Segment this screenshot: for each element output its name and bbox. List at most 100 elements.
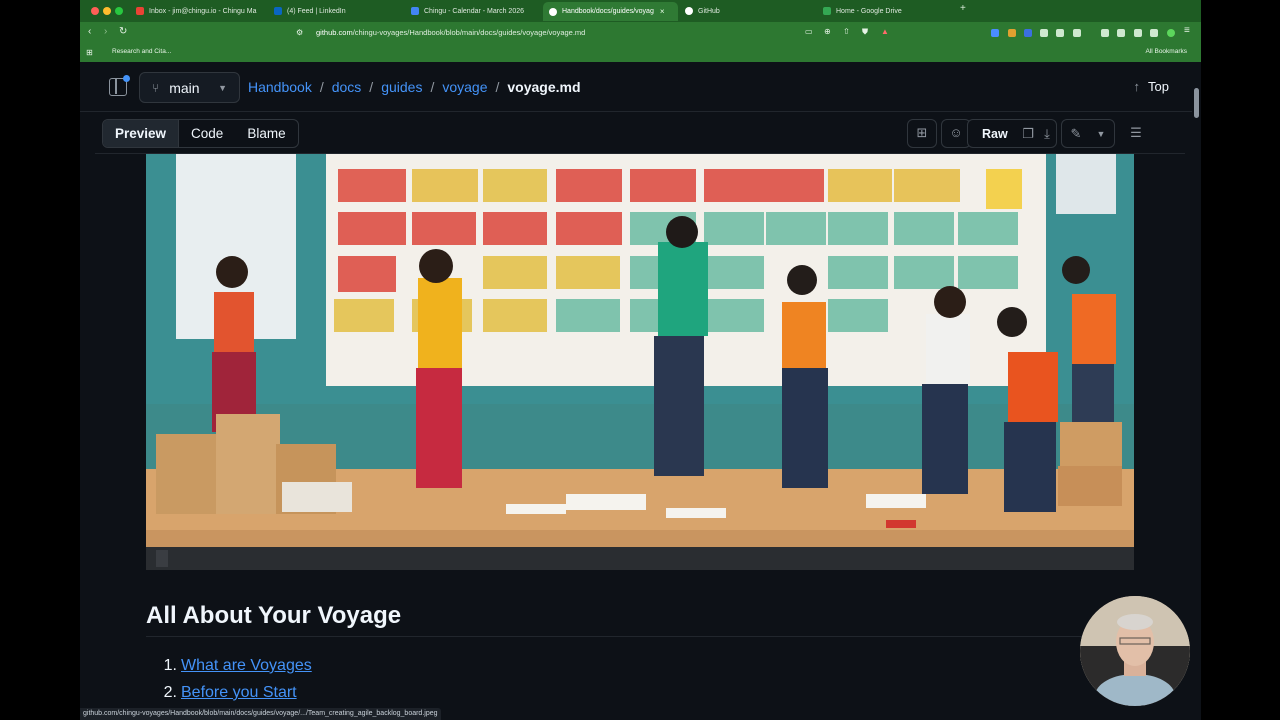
breadcrumb-separator: /: [495, 79, 500, 95]
warning-icon[interactable]: ▲: [881, 27, 889, 36]
share-icon[interactable]: ⇧: [843, 27, 850, 36]
section-heading: All About Your Voyage: [146, 602, 402, 629]
copilot-icon: ☺: [949, 125, 963, 140]
screen: Inbox - jim@chingu.io - Chingu Ma (4) Fe…: [0, 0, 1280, 720]
tab-label: GitHub: [698, 7, 720, 15]
heading-divider: [146, 636, 1146, 637]
scrollbar-thumb[interactable]: [1194, 88, 1199, 118]
toc-link-before-you-start[interactable]: Before you Start: [181, 684, 297, 701]
cast-icon[interactable]: ▭: [805, 27, 813, 36]
status-bar-url: github.com/chingu-voyages/Handbook/blob/…: [80, 708, 441, 720]
top-button[interactable]: ↑ Top: [1134, 79, 1169, 94]
notification-dot: [123, 75, 130, 82]
drive-icon: [823, 7, 831, 15]
url-path: /chingu-voyages/Handbook/blob/main/docs/…: [352, 28, 586, 37]
extension-icon[interactable]: [1117, 29, 1125, 37]
close-window-button[interactable]: [91, 7, 99, 15]
breadcrumb: Handbook / docs / guides / voyage / voya…: [248, 79, 581, 95]
zoom-icon[interactable]: ⊕: [824, 27, 831, 36]
extension-icon[interactable]: [991, 29, 999, 37]
tab-label: Chingu - Calendar - March 2026: [424, 7, 524, 15]
pencil-icon[interactable]: ✎: [1063, 122, 1089, 146]
outline-list-icon[interactable]: ☰: [1123, 121, 1149, 145]
image-footer-strip: [146, 547, 1134, 570]
site-settings-icon[interactable]: ⚙: [296, 25, 303, 41]
tab-github[interactable]: GitHub: [685, 3, 805, 19]
current-file-name: voyage.md: [507, 79, 581, 95]
chevron-down-icon: ▼: [218, 82, 227, 93]
bookmarks-bar: ⊞ Research and Cita... All Bookmarks: [80, 44, 1201, 62]
list-number: 2.: [163, 684, 177, 701]
breadcrumb-docs[interactable]: docs: [332, 79, 362, 95]
tab-label: Home - Google Drive: [836, 7, 902, 15]
shield-icon[interactable]: ⛊: [862, 27, 868, 37]
calendar-icon: [411, 7, 419, 15]
all-bookmarks[interactable]: All Bookmarks: [1145, 48, 1187, 55]
forward-icon[interactable]: ›: [104, 26, 107, 37]
tab-label: Handbook/docs/guides/voyag: [562, 8, 654, 15]
tab-code[interactable]: Code: [179, 120, 235, 147]
folder-plus-icon: ⊞: [916, 125, 928, 140]
toc-link-what-are-voyages[interactable]: What are Voyages: [181, 657, 312, 674]
breadcrumb-separator: /: [319, 79, 324, 95]
scrollbar[interactable]: [1192, 62, 1201, 720]
tab-handbook[interactable]: Handbook/docs/guides/voyag ×: [543, 2, 678, 21]
breadcrumb-separator: /: [369, 79, 374, 95]
bookmark-research[interactable]: Research and Cita...: [112, 48, 171, 55]
tab-label: Inbox - jim@chingu.io - Chingu Ma: [149, 7, 257, 15]
breadcrumb-handbook[interactable]: Handbook: [248, 79, 312, 95]
extension-icon[interactable]: [1150, 29, 1158, 37]
symbols-button[interactable]: ⊞: [907, 119, 937, 148]
extension-icon[interactable]: [1134, 29, 1142, 37]
url-host: github.com: [316, 28, 353, 37]
extension-icon[interactable]: [1024, 29, 1032, 37]
extension-icon[interactable]: [1008, 29, 1016, 37]
maximize-window-button[interactable]: [115, 7, 123, 15]
download-icon[interactable]: ⤓: [1034, 122, 1060, 146]
extension-icon[interactable]: [1056, 29, 1064, 37]
tab-label: (4) Feed | LinkedIn: [287, 7, 346, 15]
table-of-contents: 1. What are Voyages 2. Before you Start: [160, 652, 312, 706]
tab-calendar[interactable]: Chingu - Calendar - March 2026: [411, 3, 541, 19]
tab-preview[interactable]: Preview: [103, 120, 180, 147]
tab-linkedin[interactable]: (4) Feed | LinkedIn: [274, 3, 394, 19]
minimize-window-button[interactable]: [103, 7, 111, 15]
close-tab-icon[interactable]: ×: [660, 7, 665, 16]
menu-icon[interactable]: ≡: [1184, 25, 1190, 36]
profile-icon[interactable]: [1167, 29, 1175, 37]
presenter-webcam: [1080, 596, 1190, 706]
sidepanel-icon[interactable]: [1101, 29, 1109, 37]
address-bar[interactable]: ⚙ github.com/chingu-voyages/Handbook/blo…: [268, 25, 1008, 41]
file-toolbar: Preview Code Blame ⊞ ☺ Raw ❐ ⤓ ✎ ▼ ☰: [95, 112, 1185, 154]
new-tab-button[interactable]: +: [960, 3, 966, 14]
gmail-icon: [136, 7, 144, 15]
tab-blame[interactable]: Blame: [235, 120, 297, 147]
linkedin-icon: [274, 7, 282, 15]
branch-selector[interactable]: ⑂ main ▼: [139, 72, 240, 103]
breadcrumb-voyage[interactable]: voyage: [442, 79, 487, 95]
tab-drive[interactable]: Home - Google Drive: [823, 3, 953, 19]
address-toolbar: ‹ › ↻ ▯ ⚙ github.com/chingu-voyages/Hand…: [80, 22, 1201, 44]
github-icon: [549, 7, 557, 16]
arrow-up-icon: ↑: [1133, 79, 1141, 94]
list-item: 2. Before you Start: [160, 679, 312, 706]
file-header: ⑂ main ▼ Handbook / docs / guides / voya…: [80, 62, 1201, 112]
image-footer-block: [156, 550, 168, 567]
raw-button[interactable]: Raw: [982, 120, 1008, 149]
chevron-down-icon[interactable]: ▼: [1088, 122, 1114, 146]
team-backlog-board-image: [146, 154, 1134, 570]
reload-icon[interactable]: ↻: [119, 26, 127, 37]
extension-icon[interactable]: [1073, 29, 1081, 37]
breadcrumb-guides[interactable]: guides: [381, 79, 422, 95]
github-icon: [685, 7, 693, 15]
github-page: ⑂ main ▼ Handbook / docs / guides / voya…: [80, 62, 1201, 720]
tab-inbox[interactable]: Inbox - jim@chingu.io - Chingu Ma: [136, 3, 264, 19]
extension-icon[interactable]: [1040, 29, 1048, 37]
view-mode-tabs: Preview Code Blame: [102, 119, 299, 148]
back-icon[interactable]: ‹: [88, 26, 91, 37]
raw-copy-download-group: Raw ❐ ⤓: [967, 119, 1057, 148]
apps-icon[interactable]: ⊞: [86, 48, 93, 57]
edit-group: ✎ ▼: [1061, 119, 1115, 148]
top-label: Top: [1148, 79, 1169, 94]
list-number: 1.: [163, 657, 177, 674]
